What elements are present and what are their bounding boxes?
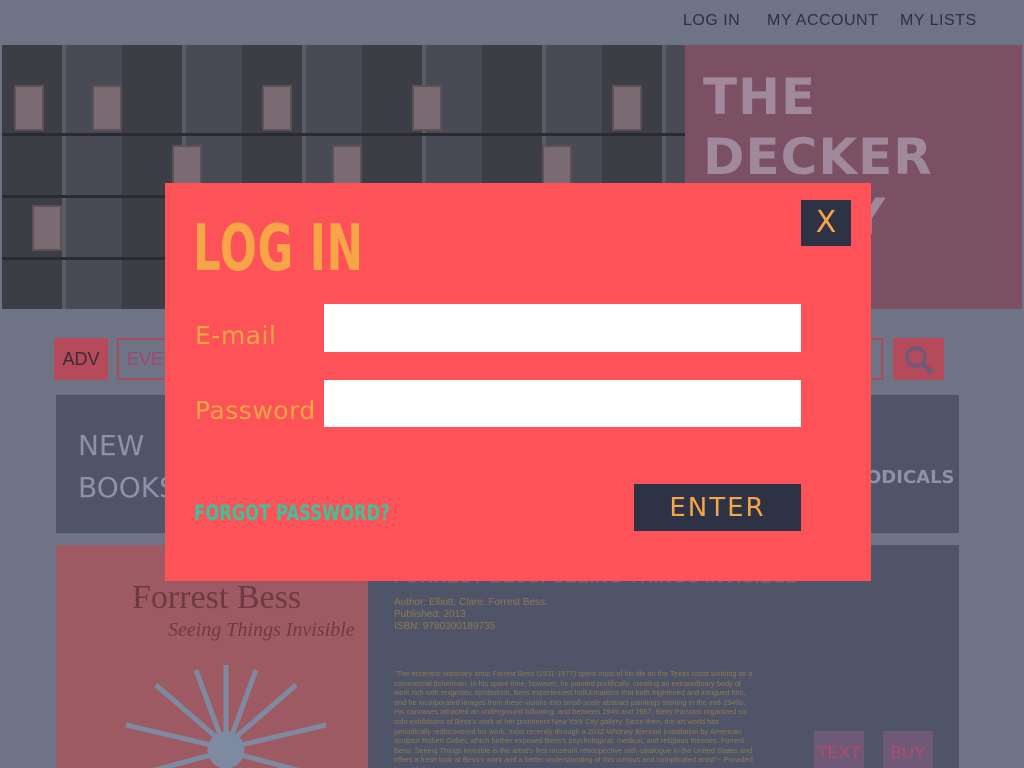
category-periodicals[interactable]: ODICALS — [866, 467, 955, 488]
nav-my-account-link[interactable]: MY ACCOUNT — [767, 12, 878, 30]
book-author: Author: Elliott, Clare. Forrest Bess. — [394, 597, 548, 608]
email-field[interactable] — [324, 304, 801, 352]
forgot-password-link[interactable]: FORGOT PASSWORD? — [194, 501, 390, 525]
cover-subtitle-text: Seeing Things Invisible — [168, 619, 355, 641]
book-meta: Author: Elliott, Clare. Forrest Bess. Pu… — [394, 597, 548, 633]
book-published: Published: 2013 — [394, 609, 466, 620]
book-description: "The eccentric visionary artist Forrest … — [394, 669, 753, 768]
cover-author-text: Forrest Bess — [132, 579, 302, 616]
book-description-wrap: "The eccentric visionary artist Forrest … — [394, 649, 754, 768]
login-modal: LOG IN X E-mail Password FORGOT PASSWORD… — [165, 183, 871, 581]
hero-title-line: THE — [703, 68, 817, 126]
nav-my-lists-link[interactable]: MY LISTS — [900, 12, 977, 30]
close-button[interactable]: X — [801, 200, 851, 246]
book-isbn: ISBN: 9780300189735 — [394, 621, 496, 632]
password-field[interactable] — [324, 380, 801, 427]
buy-button[interactable]: BUY — [883, 731, 933, 768]
search-icon — [905, 346, 934, 375]
advanced-search-button[interactable]: ADV — [54, 338, 108, 380]
search-button[interactable] — [893, 338, 944, 380]
email-label: E-mail — [195, 321, 277, 350]
modal-title: LOG IN — [193, 212, 364, 286]
top-navigation: LOG IN MY ACCOUNT MY LISTS — [0, 0, 1024, 44]
password-label: Password — [195, 396, 316, 425]
text-button[interactable]: TEXT — [814, 731, 864, 768]
enter-button[interactable]: ENTER — [634, 484, 801, 531]
category-new-books[interactable]: NEW BOOKS — [78, 425, 177, 509]
nav-login-link[interactable]: LOG IN — [683, 12, 740, 30]
hero-title-line: DECKER — [703, 128, 933, 186]
cover-artwork — [125, 665, 327, 768]
